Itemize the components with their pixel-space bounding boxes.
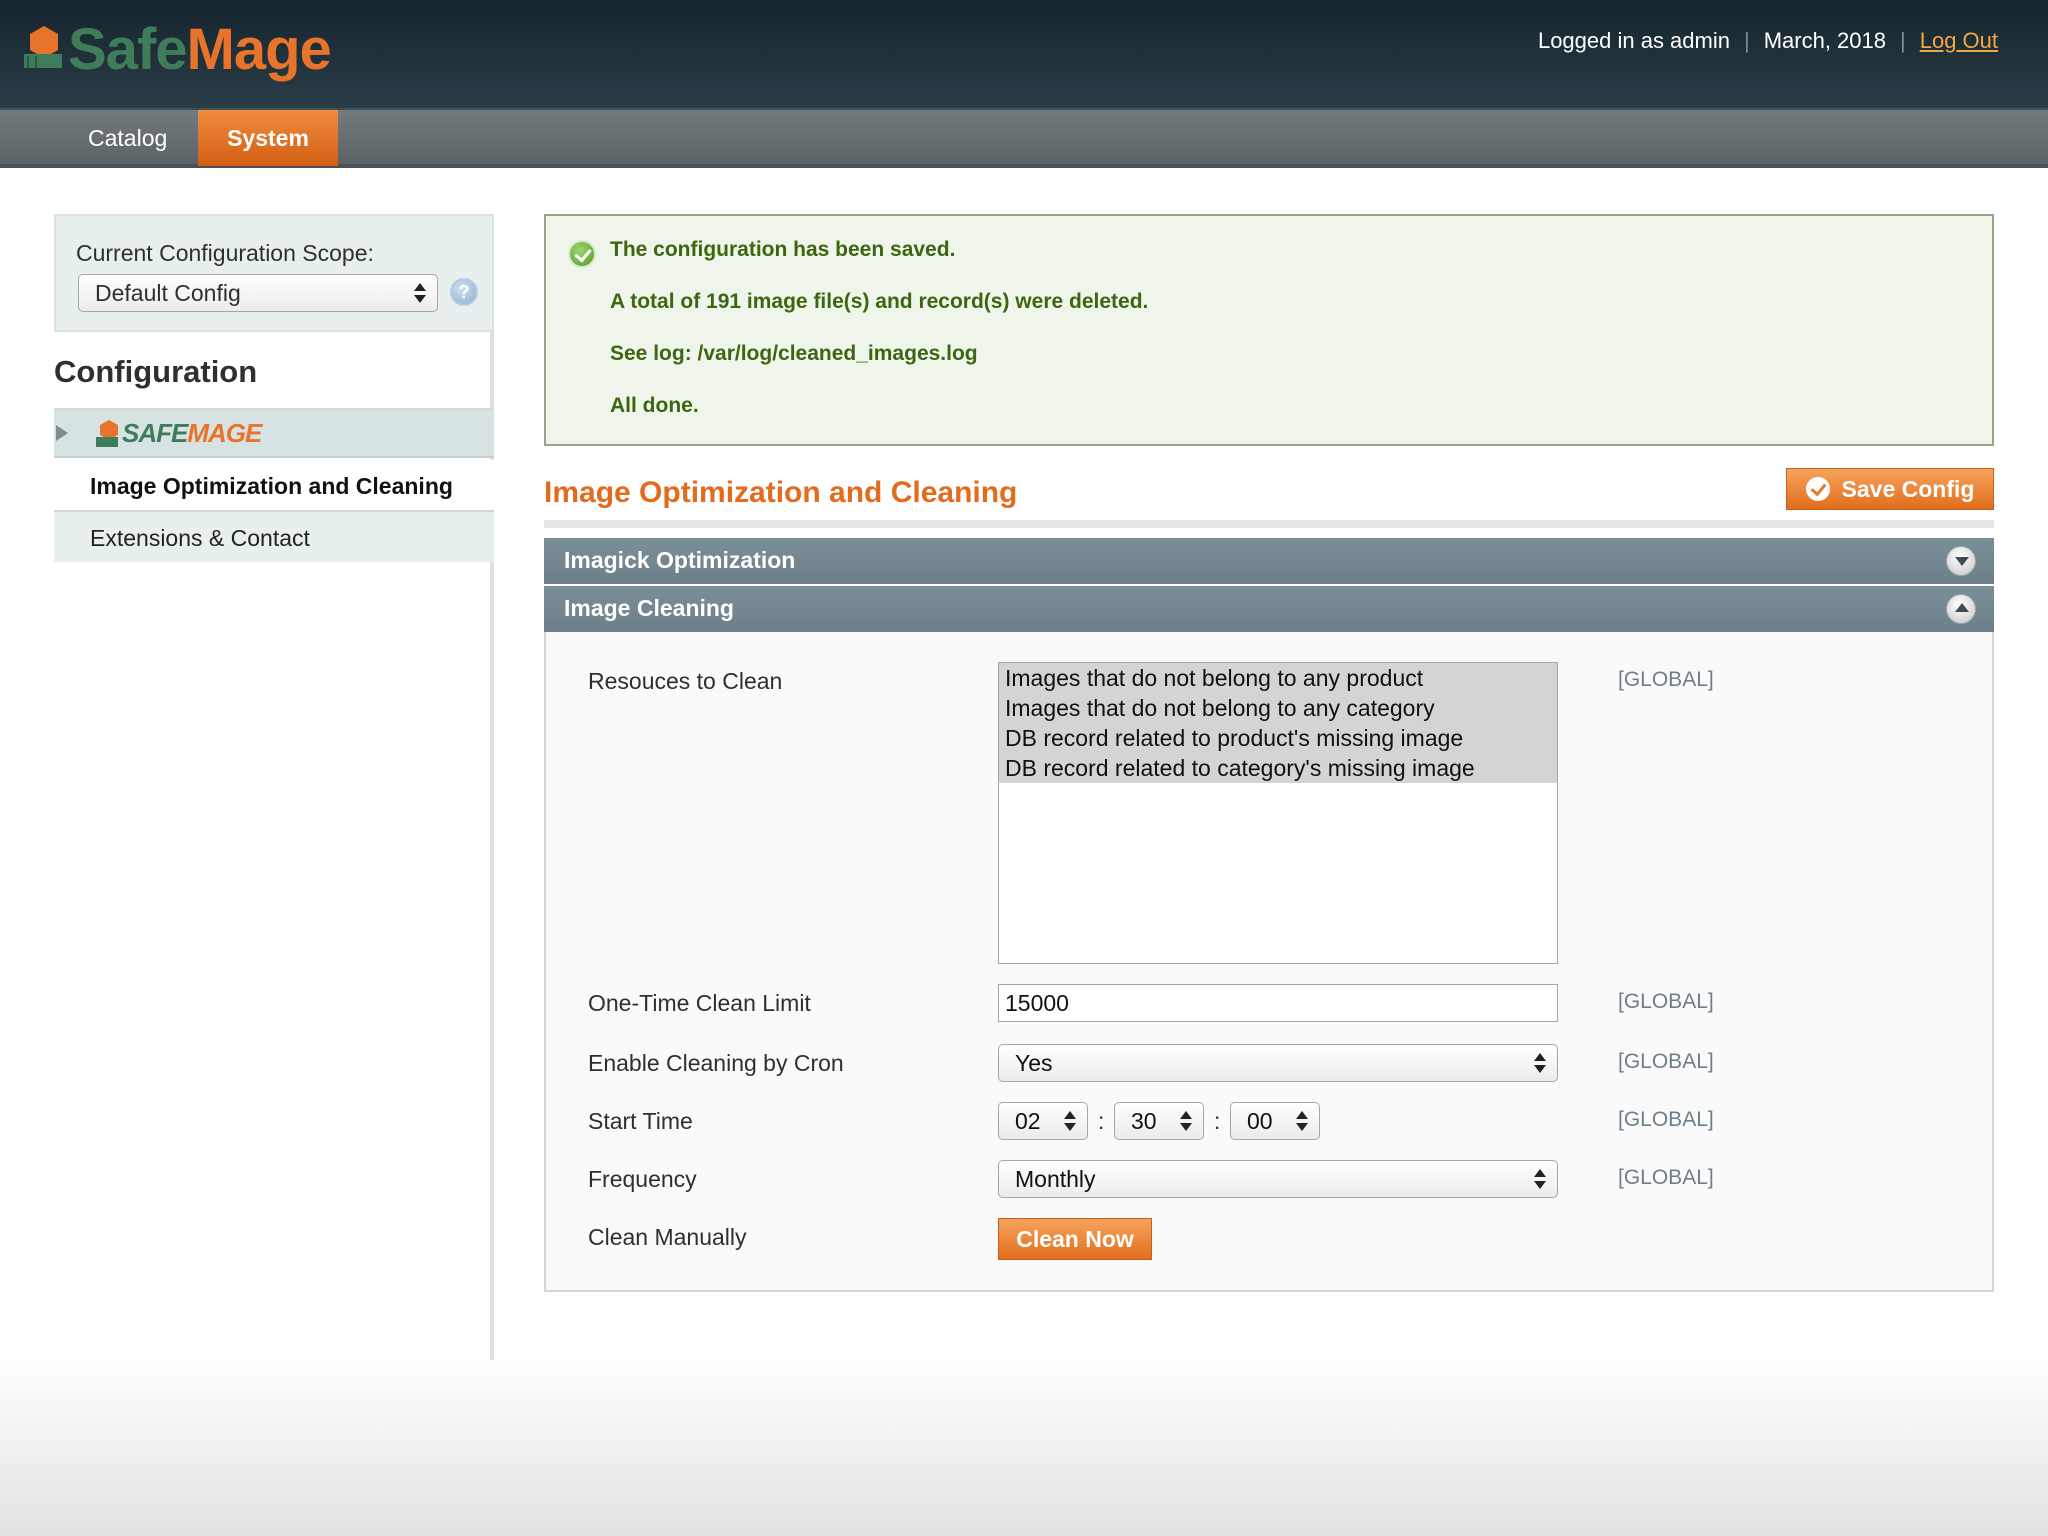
start-time-label: Start Time xyxy=(588,1108,693,1134)
current-date: March, 2018 xyxy=(1763,28,1886,53)
select-arrows-icon xyxy=(1063,1109,1077,1133)
logo-mage-text: Mage xyxy=(186,17,332,82)
user-bar: Logged in as admin | March, 2018 | Log O… xyxy=(1538,28,1998,54)
nav-item-catalog[interactable]: Catalog xyxy=(66,110,189,166)
time-separator: : xyxy=(1214,1108,1221,1134)
scope-label: Current Configuration Scope: xyxy=(76,240,374,266)
multiselect-option[interactable]: DB record related to product's missing i… xyxy=(999,723,1557,753)
resources-multiselect[interactable]: Images that do not belong to any product… xyxy=(998,662,1558,964)
second-select[interactable]: 00 xyxy=(1230,1102,1320,1140)
select-arrows-icon xyxy=(1533,1051,1547,1075)
success-check-icon xyxy=(568,240,596,268)
message-log-path: See log: /var/log/cleaned_images.log xyxy=(610,342,978,365)
logo-mark-icon xyxy=(24,26,62,68)
tab-group-safemage[interactable]: SAFEMAGE xyxy=(54,410,494,458)
group-logo-safe: SAFE xyxy=(122,418,188,448)
footer xyxy=(0,1360,2048,1536)
logged-in-text: Logged in as admin xyxy=(1537,28,1730,53)
multiselect-option[interactable]: DB record related to category's missing … xyxy=(999,753,1557,783)
clean-now-button[interactable]: Clean Now xyxy=(998,1218,1152,1260)
safemage-logo[interactable]: SafeMage xyxy=(22,17,332,82)
limit-label: One-Time Clean Limit xyxy=(588,990,811,1016)
cron-label: Enable Cleaning by Cron xyxy=(588,1050,844,1076)
frequency-select[interactable]: Monthly xyxy=(998,1160,1558,1198)
frequency-label: Frequency xyxy=(588,1166,697,1192)
hour-select[interactable]: 02 xyxy=(998,1102,1088,1140)
save-config-button[interactable]: Save Config xyxy=(1786,468,1994,510)
header: SafeMage Logged in as admin | March, 201… xyxy=(0,0,2048,110)
multiselect-option[interactable]: Images that do not belong to any categor… xyxy=(999,693,1557,723)
select-arrows-icon xyxy=(1179,1109,1193,1133)
title-divider xyxy=(544,520,1994,528)
section-title: Imagick Optimization xyxy=(564,547,796,573)
resources-label: Resouces to Clean xyxy=(588,668,783,694)
time-separator: : xyxy=(1098,1108,1105,1134)
expand-arrow-icon xyxy=(56,425,68,441)
hour-value: 02 xyxy=(1015,1108,1041,1134)
scope-select[interactable]: Default Config xyxy=(78,274,438,312)
minute-value: 30 xyxy=(1131,1108,1157,1134)
message-deleted-count: A total of 191 image file(s) and record(… xyxy=(610,290,1149,313)
scope-select-value: Default Config xyxy=(95,280,241,306)
scope-tag: [GLOBAL] xyxy=(1618,1108,1714,1131)
separator: | xyxy=(1743,28,1750,53)
scope-tag: [GLOBAL] xyxy=(1618,668,1714,691)
cron-select-value: Yes xyxy=(1015,1050,1053,1076)
multiselect-option[interactable]: Images that do not belong to any product xyxy=(999,663,1557,693)
sidebar-item-image-optimization[interactable]: Image Optimization and Cleaning xyxy=(54,460,494,512)
frequency-select-value: Monthly xyxy=(1015,1166,1096,1192)
save-config-label: Save Config xyxy=(1841,475,1975,502)
scope-tag: [GLOBAL] xyxy=(1618,990,1714,1013)
section-imagick-optimization[interactable]: Imagick Optimization xyxy=(544,538,1994,584)
message-done: All done. xyxy=(610,394,699,417)
section-image-cleaning[interactable]: Image Cleaning xyxy=(544,584,1994,632)
nav-item-system[interactable]: System xyxy=(198,110,338,166)
scope-switcher: Current Configuration Scope: Default Con… xyxy=(54,214,494,332)
logo-mark-icon xyxy=(96,419,118,447)
select-arrows-icon xyxy=(1533,1167,1547,1191)
success-messages: The configuration has been saved. A tota… xyxy=(544,214,1994,446)
minute-select[interactable]: 30 xyxy=(1114,1102,1204,1140)
page-title: Image Optimization and Cleaning xyxy=(544,476,1018,509)
clean-limit-input[interactable]: 15000 xyxy=(998,984,1558,1022)
image-cleaning-fieldset: Resouces to Clean Images that do not bel… xyxy=(544,632,1994,1292)
check-icon xyxy=(1805,477,1830,501)
cron-select[interactable]: Yes xyxy=(998,1044,1558,1082)
select-arrows-icon xyxy=(1295,1109,1309,1133)
collapse-icon xyxy=(1946,594,1976,624)
safemage-group-logo: SAFEMAGE xyxy=(94,418,262,449)
scope-tag: [GLOBAL] xyxy=(1618,1050,1714,1073)
separator: | xyxy=(1900,28,1906,53)
group-logo-mage: MAGE xyxy=(187,418,262,448)
second-value: 00 xyxy=(1247,1108,1273,1134)
logout-link[interactable]: Log Out xyxy=(1920,28,1998,54)
sidebar-item-extensions-contact[interactable]: Extensions & Contact xyxy=(54,510,494,562)
scope-tag: [GLOBAL] xyxy=(1618,1166,1714,1189)
main-nav: Catalog System xyxy=(0,110,2048,168)
select-arrows-icon xyxy=(413,281,427,305)
logo-safe-text: Safe xyxy=(68,17,188,82)
section-title: Image Cleaning xyxy=(564,595,734,621)
logo-text: SafeMage xyxy=(68,17,332,82)
clean-manually-label: Clean Manually xyxy=(588,1224,747,1250)
message-saved: The configuration has been saved. xyxy=(610,238,956,261)
expand-icon xyxy=(1946,546,1976,576)
configuration-heading: Configuration xyxy=(54,354,258,389)
help-icon[interactable]: ? xyxy=(450,278,478,306)
